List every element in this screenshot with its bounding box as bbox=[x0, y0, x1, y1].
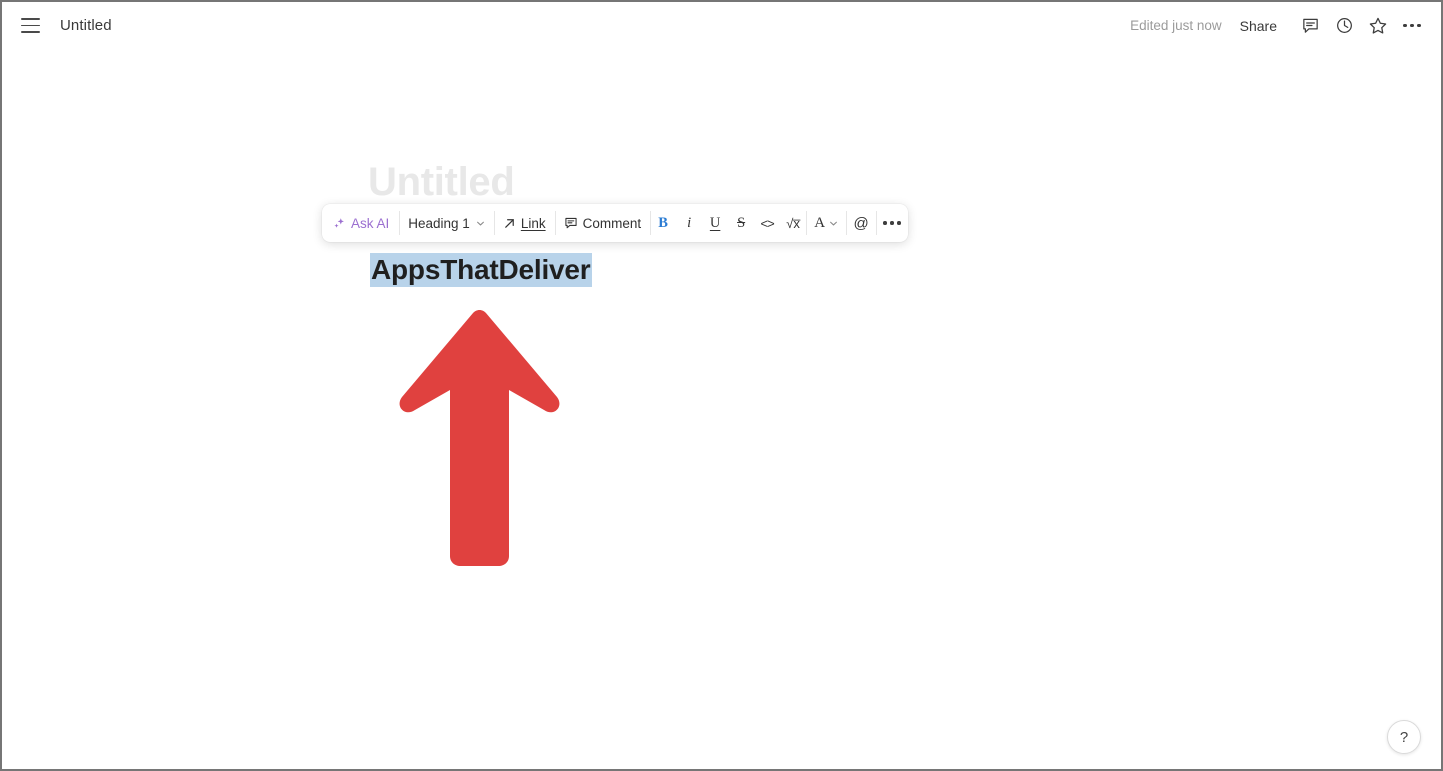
block-type-label: Heading 1 bbox=[408, 215, 470, 231]
more-dots bbox=[1403, 23, 1421, 28]
more-options-icon[interactable] bbox=[1395, 9, 1429, 43]
strikethrough-button[interactable]: S bbox=[728, 204, 754, 242]
more-dots bbox=[883, 221, 901, 225]
link-button[interactable]: Link bbox=[494, 204, 555, 242]
top-bar-actions: Edited just now Share bbox=[1130, 9, 1429, 43]
star-icon[interactable] bbox=[1361, 9, 1395, 43]
ask-ai-label: Ask AI bbox=[351, 215, 390, 231]
history-clock-icon[interactable] bbox=[1327, 9, 1361, 43]
dot bbox=[890, 221, 894, 225]
selected-heading-text[interactable]: AppsThatDeliver bbox=[370, 253, 592, 287]
comment-button[interactable]: Comment bbox=[555, 204, 651, 242]
text-color-label: A bbox=[814, 214, 826, 231]
text-color-button[interactable]: A bbox=[806, 204, 846, 242]
app-window: Untitled Edited just now Share Untitled … bbox=[0, 0, 1443, 771]
mention-button[interactable]: @ bbox=[846, 204, 876, 242]
comment-label: Comment bbox=[582, 215, 642, 231]
dot bbox=[1417, 23, 1421, 28]
toolbar-group-textcolor: A bbox=[806, 204, 846, 242]
document-canvas[interactable]: Untitled AppsThatDeliver Ask AI Heading … bbox=[2, 49, 1441, 769]
toolbar-group-more bbox=[876, 204, 908, 242]
toolbar-group-blocktype: Heading 1 bbox=[399, 204, 494, 242]
arrow-up-right-icon bbox=[505, 218, 514, 228]
equation-button[interactable]: √x̅ bbox=[780, 204, 806, 242]
document-title-placeholder[interactable]: Untitled bbox=[368, 162, 515, 202]
hamburger-line bbox=[20, 18, 40, 20]
italic-button[interactable]: i bbox=[676, 204, 702, 242]
sparkle-icon bbox=[334, 217, 344, 228]
top-bar: Untitled Edited just now Share bbox=[2, 2, 1441, 49]
toolbar-group-link: Link bbox=[493, 204, 555, 242]
edited-status-text: Edited just now bbox=[1130, 18, 1222, 33]
share-button[interactable]: Share bbox=[1240, 18, 1277, 34]
chevron-down-icon bbox=[476, 221, 484, 225]
dot bbox=[1403, 23, 1407, 28]
dot bbox=[897, 221, 901, 225]
toolbar-group-ai: Ask AI bbox=[322, 204, 399, 242]
toolbar-more-options-icon[interactable] bbox=[876, 204, 908, 242]
chevron-down-icon bbox=[830, 221, 837, 225]
underline-button[interactable]: U bbox=[702, 204, 728, 242]
dot bbox=[883, 221, 887, 225]
link-label: Link bbox=[520, 215, 546, 231]
block-type-dropdown[interactable]: Heading 1 bbox=[399, 204, 494, 242]
comment-icon[interactable] bbox=[1293, 9, 1327, 43]
comment-bubble-icon bbox=[564, 217, 577, 229]
bold-button[interactable]: B bbox=[650, 204, 676, 242]
code-button[interactable]: <> bbox=[754, 204, 780, 242]
hamburger-line bbox=[20, 24, 40, 27]
help-button[interactable]: ? bbox=[1387, 720, 1421, 754]
document-title-breadcrumb[interactable]: Untitled bbox=[60, 17, 112, 34]
toolbar-group-mention: @ bbox=[846, 204, 876, 242]
ask-ai-button[interactable]: Ask AI bbox=[322, 204, 399, 242]
red-up-arrow bbox=[399, 310, 560, 566]
hamburger-menu-icon[interactable] bbox=[15, 11, 45, 41]
dot bbox=[1410, 23, 1414, 28]
hamburger-line bbox=[20, 31, 40, 33]
toolbar-group-inline-styles: B i U S <> √x̅ bbox=[650, 204, 806, 242]
toolbar-group-comment: Comment bbox=[554, 204, 651, 242]
heading-block[interactable]: AppsThatDeliver bbox=[370, 252, 592, 288]
floating-format-toolbar: Ask AI Heading 1 Link Comment B i U S <>… bbox=[322, 204, 909, 242]
